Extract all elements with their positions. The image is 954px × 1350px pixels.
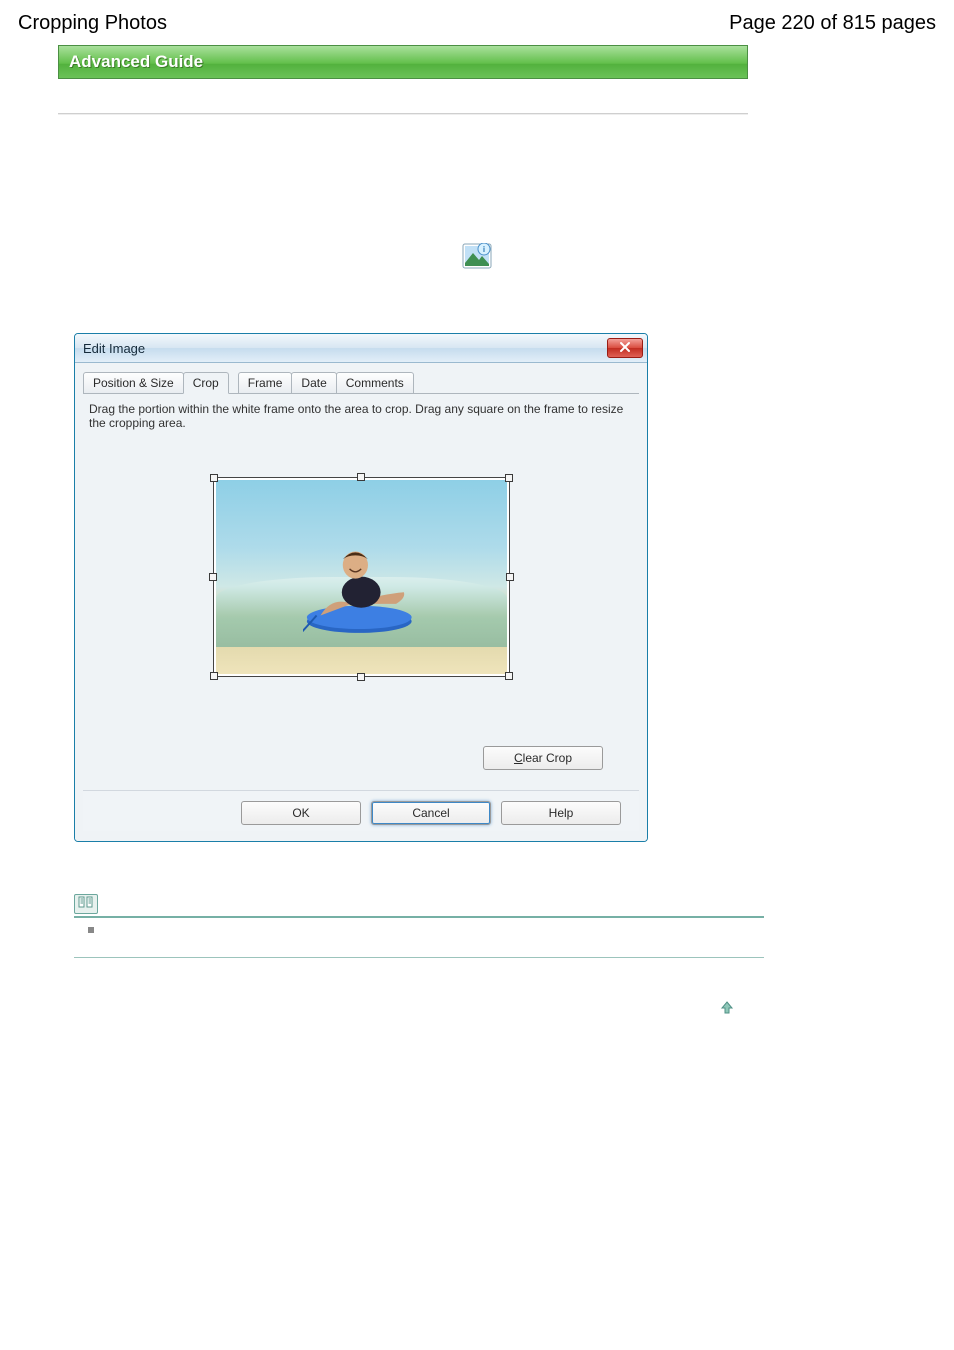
- tab-position-size[interactable]: Position & Size: [83, 372, 184, 394]
- dialog-titlebar: Edit Image: [75, 334, 647, 363]
- guide-banner-label: Advanced Guide: [69, 52, 203, 72]
- crop-handle-top[interactable]: [357, 473, 365, 481]
- tab-label: Comments: [346, 376, 404, 390]
- note-bullet: [88, 927, 94, 933]
- crop-handle-bottom[interactable]: [357, 673, 365, 681]
- crop-handle-top-right[interactable]: [505, 474, 513, 482]
- dialog-bottom-buttons: OK Cancel Help: [83, 790, 639, 831]
- help-button[interactable]: Help: [501, 801, 621, 825]
- tab-label: Position & Size: [93, 376, 174, 390]
- page-top-link[interactable]: [720, 1000, 734, 1019]
- page-title: Cropping Photos: [18, 12, 167, 35]
- button-label: Clear Crop: [514, 751, 572, 765]
- note-icon: [78, 895, 94, 913]
- dialog-tabs: Position & Size Crop Frame Date Comments: [83, 371, 639, 393]
- crop-instruction: Drag the portion within the white frame …: [89, 402, 633, 430]
- page-header: Cropping Photos Page 220 of 815 pages: [18, 12, 936, 35]
- crop-handle-right[interactable]: [506, 573, 514, 581]
- tab-label: Crop: [193, 376, 219, 390]
- page-counter: Page 220 of 815 pages: [729, 12, 936, 35]
- ok-button[interactable]: OK: [241, 801, 361, 825]
- close-icon: [619, 341, 631, 356]
- crop-image-preview[interactable]: [214, 478, 509, 676]
- crop-handle-top-left[interactable]: [210, 474, 218, 482]
- up-arrow-icon: [720, 1001, 734, 1018]
- tab-label: Date: [301, 376, 326, 390]
- crop-canvas[interactable]: [214, 478, 509, 676]
- clear-crop-button[interactable]: Clear Crop: [483, 746, 603, 770]
- image-subject: [303, 534, 419, 641]
- svg-text:i: i: [483, 245, 485, 254]
- tab-comments[interactable]: Comments: [336, 372, 414, 394]
- separator: [58, 113, 748, 115]
- button-label: OK: [292, 806, 309, 820]
- crop-handle-bottom-right[interactable]: [505, 672, 513, 680]
- button-label: Help: [549, 806, 574, 820]
- dialog-title: Edit Image: [83, 341, 145, 356]
- note-rule-bottom: [74, 957, 764, 959]
- note-rule: [74, 916, 764, 918]
- crop-handle-bottom-left[interactable]: [210, 672, 218, 680]
- crop-handle-left[interactable]: [209, 573, 217, 581]
- close-button[interactable]: [607, 338, 643, 358]
- button-label: Cancel: [412, 806, 449, 820]
- edit-image-dialog: Edit Image Position & Size Crop Frame: [74, 333, 648, 842]
- tab-label: Frame: [248, 376, 283, 390]
- image-info-icon: i: [462, 243, 492, 269]
- tab-date[interactable]: Date: [291, 372, 336, 394]
- tab-frame[interactable]: Frame: [238, 372, 293, 394]
- guide-banner: Advanced Guide: [58, 45, 748, 79]
- note-badge: [74, 894, 936, 914]
- cancel-button[interactable]: Cancel: [371, 801, 491, 825]
- tab-crop[interactable]: Crop: [183, 372, 229, 394]
